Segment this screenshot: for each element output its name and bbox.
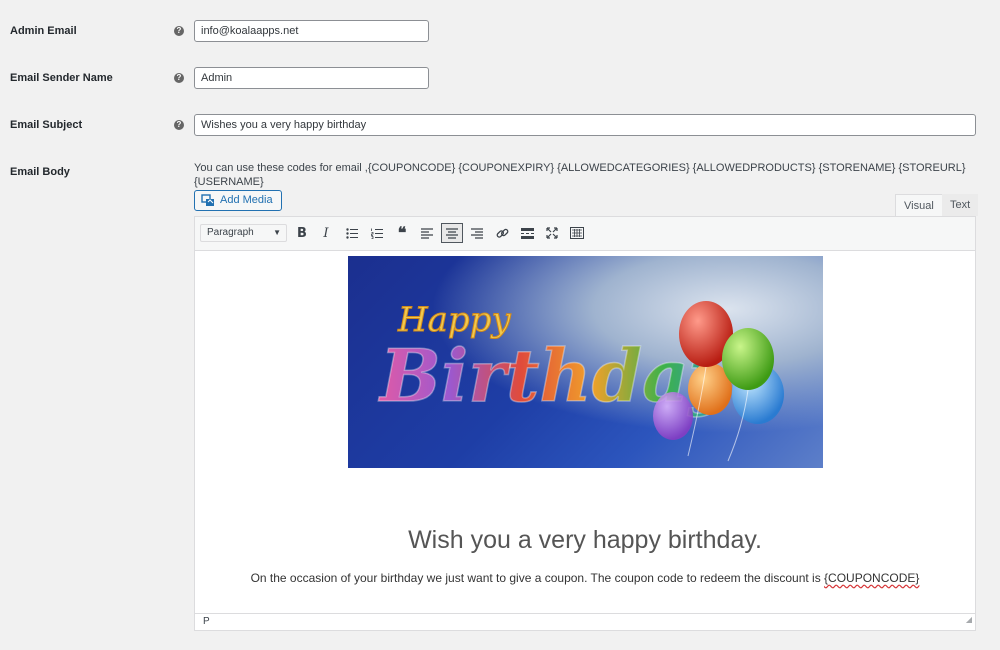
help-icon[interactable]: ?: [174, 120, 184, 130]
subject-input[interactable]: Wishes you a very happy birthday: [194, 114, 976, 136]
help-icon[interactable]: ?: [174, 26, 184, 36]
media-icon: [201, 194, 214, 206]
read-more-icon[interactable]: [516, 223, 538, 243]
numbered-list-icon[interactable]: [366, 223, 388, 243]
align-right-icon[interactable]: [466, 223, 488, 243]
subject-label: Email Subject: [10, 119, 83, 131]
tab-text[interactable]: Text: [942, 194, 979, 216]
admin-email-label: Admin Email: [10, 25, 77, 37]
bold-icon[interactable]: B: [291, 223, 313, 243]
format-select[interactable]: Paragraph ▼: [200, 224, 287, 242]
editor-toolbar: Paragraph ▼ B I ❝: [195, 217, 975, 251]
align-left-icon[interactable]: [416, 223, 438, 243]
editor-statusbar: P ◢: [195, 613, 975, 630]
toolbar-toggle-icon[interactable]: [566, 223, 588, 243]
link-icon[interactable]: [491, 223, 513, 243]
chevron-down-icon: ▼: [273, 228, 281, 237]
sender-name-input[interactable]: Admin: [194, 67, 429, 89]
resize-handle-icon[interactable]: ◢: [966, 612, 972, 628]
add-media-label: Add Media: [220, 194, 273, 206]
coupon-code-placeholder: {COUPONCODE}: [824, 571, 920, 585]
body-text: On the occasion of your birthday we just…: [250, 571, 825, 585]
bullet-list-icon[interactable]: [341, 223, 363, 243]
italic-icon[interactable]: I: [315, 223, 337, 243]
body-paragraph: On the occasion of your birthday we just…: [195, 571, 975, 585]
help-icon[interactable]: ?: [174, 73, 184, 83]
blockquote-icon[interactable]: ❝: [391, 223, 413, 243]
fullscreen-icon[interactable]: [541, 223, 563, 243]
add-media-button[interactable]: Add Media: [194, 190, 282, 211]
sender-name-label: Email Sender Name: [10, 72, 113, 84]
format-select-value: Paragraph: [207, 227, 254, 238]
admin-email-input[interactable]: info@koalaapps.net: [194, 20, 429, 42]
editor-content[interactable]: Happy Birthday Wish you a very happy bir…: [195, 251, 975, 613]
codes-hint: You can use these codes for email ,{COUP…: [194, 162, 966, 188]
tab-visual[interactable]: Visual: [895, 194, 943, 216]
align-center-icon[interactable]: [441, 223, 463, 243]
email-body-label: Email Body: [10, 166, 70, 178]
element-path[interactable]: P: [203, 616, 210, 627]
rich-text-editor[interactable]: Paragraph ▼ B I ❝ Happy Birthday Wish yo…: [194, 216, 976, 631]
greeting-heading: Wish you a very happy birthday.: [408, 526, 762, 554]
birthday-banner-image: Happy Birthday: [348, 256, 823, 468]
